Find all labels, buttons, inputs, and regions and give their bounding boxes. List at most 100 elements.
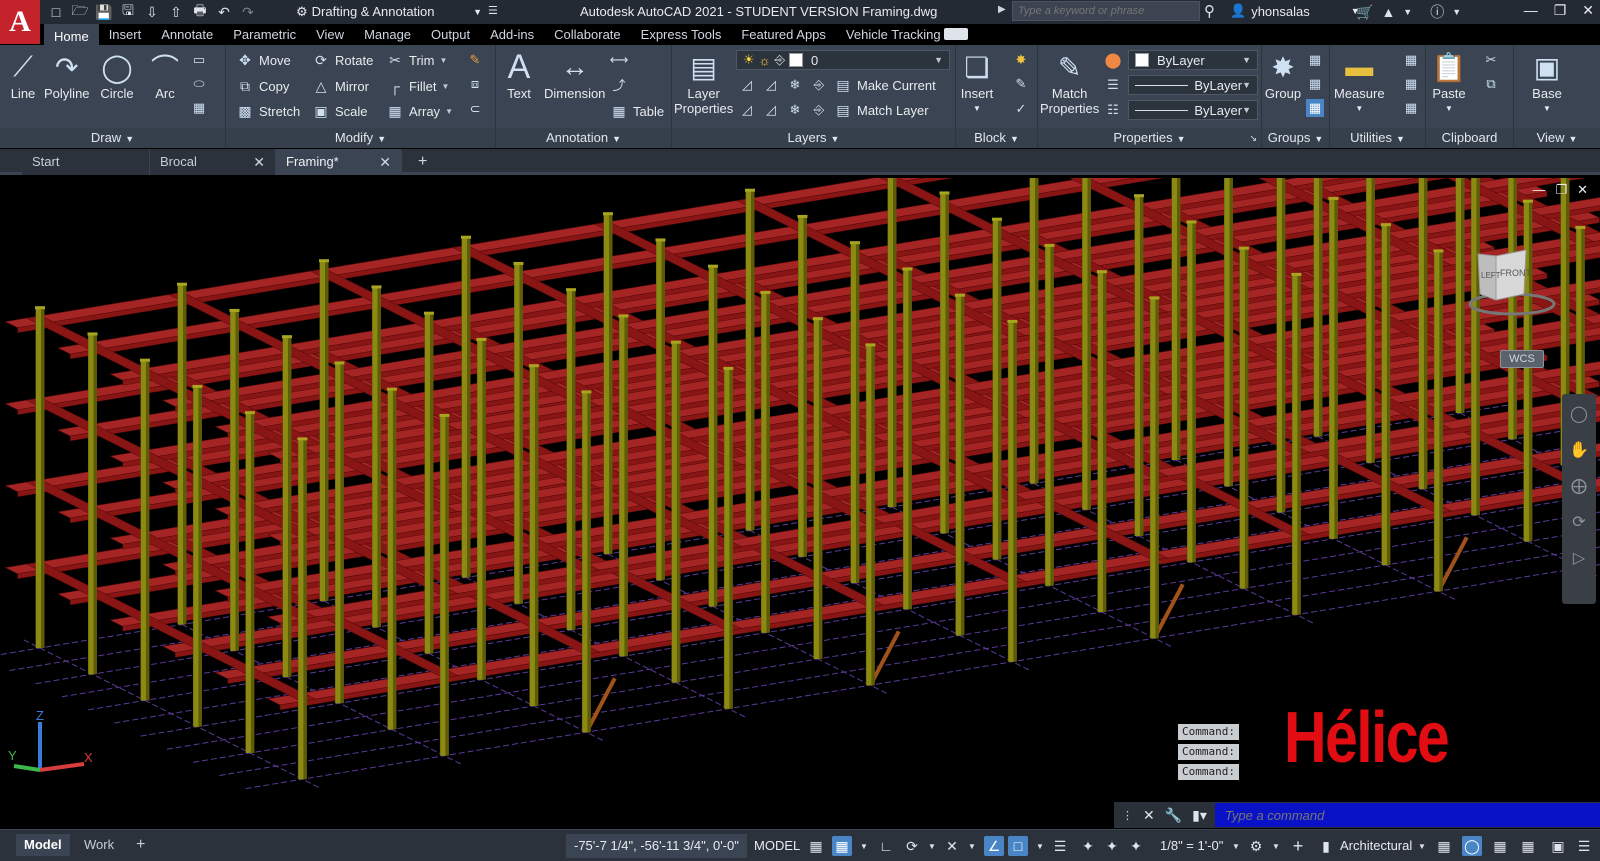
hardware-acceleration-icon[interactable]: ◯ bbox=[1462, 836, 1482, 856]
tab-annotate[interactable]: Annotate bbox=[151, 24, 223, 45]
draw-panel-title[interactable]: Draw ▼ bbox=[0, 128, 225, 148]
open-icon[interactable]: 🗁 bbox=[70, 2, 90, 22]
layer-unisolate-icon[interactable]: ◿ bbox=[762, 101, 780, 119]
chevron-down-icon[interactable]: ▼ bbox=[922, 836, 942, 856]
layer-off-icon[interactable]: ◿ bbox=[738, 76, 756, 94]
calculator-icon[interactable]: ▦ bbox=[1402, 75, 1420, 93]
move-tool[interactable]: ✥ Move bbox=[236, 49, 291, 71]
viewcube[interactable]: LEFT FRONT bbox=[1466, 250, 1556, 330]
orbit-icon[interactable]: ⟳ bbox=[1572, 512, 1585, 532]
annotation-scale-dropdown[interactable]: 1/8" = 1'-0" bbox=[1160, 834, 1223, 858]
layout-tab-work[interactable]: Work bbox=[76, 834, 122, 856]
group-edit-icon[interactable]: ▦ bbox=[1306, 75, 1324, 93]
create-block-icon[interactable]: ✸ bbox=[1012, 51, 1030, 69]
steering-wheel-icon[interactable]: ◯ bbox=[1570, 404, 1588, 424]
view-panel-title[interactable]: View ▼ bbox=[1514, 128, 1600, 148]
ortho-icon[interactable]: ∟ bbox=[876, 836, 896, 856]
match-properties-tool[interactable]: ✎ Match Properties bbox=[1040, 48, 1099, 117]
workspace-dropdown[interactable]: ⚙ Drafting & Annotation ▼ bbox=[296, 2, 482, 21]
explode-icon[interactable]: ⧈ bbox=[466, 75, 484, 93]
color-dropdown[interactable]: ByLayer ▼ bbox=[1128, 50, 1258, 70]
command-input[interactable] bbox=[1214, 803, 1600, 827]
chevron-down-icon[interactable]: ▼ bbox=[1412, 836, 1432, 856]
qat-customize-icon[interactable]: ☰ bbox=[488, 4, 498, 17]
base-tool[interactable]: ▣ Base ▼ bbox=[1528, 48, 1566, 116]
object-snap-tracking-icon[interactable]: ∠ bbox=[984, 836, 1004, 856]
stretch-tool[interactable]: ▩ Stretch bbox=[236, 100, 300, 122]
open-web-icon[interactable]: ⇩ bbox=[142, 2, 162, 22]
utilities-panel-title[interactable]: Utilities ▼ bbox=[1330, 128, 1425, 148]
showmotion-icon[interactable]: ▷ bbox=[1573, 548, 1585, 568]
layout-tab-model[interactable]: Model bbox=[16, 834, 70, 856]
autocad-logo-icon[interactable]: A bbox=[0, 0, 40, 44]
close-icon[interactable]: ✕ bbox=[1582, 2, 1594, 19]
snap-mode-icon[interactable]: ▦ bbox=[832, 836, 852, 856]
minimize-icon[interactable]: — bbox=[1524, 2, 1538, 19]
chevron-down-icon[interactable]: ▼ bbox=[962, 836, 982, 856]
match-layer-tool[interactable]: ▤ Match Layer bbox=[834, 99, 928, 121]
close-icon[interactable]: ✕ bbox=[253, 149, 265, 175]
layers-panel-title[interactable]: Layers ▼ bbox=[672, 128, 955, 148]
new-icon[interactable]: □ bbox=[46, 2, 66, 22]
tab-output[interactable]: Output bbox=[421, 24, 480, 45]
chevron-down-icon[interactable]: ▼ bbox=[1452, 7, 1461, 17]
chevron-down-icon[interactable]: ▼ bbox=[1226, 836, 1246, 856]
undo-icon[interactable]: ↶ bbox=[214, 2, 234, 22]
id-point-icon[interactable]: ▦ bbox=[1402, 99, 1420, 117]
lineweight-dropdown[interactable]: ByLayer ▼ bbox=[1128, 75, 1258, 95]
linear-dimension-icon[interactable]: ⟷ bbox=[610, 51, 629, 69]
arc-tool[interactable]: ⌒ Arc bbox=[146, 48, 184, 101]
make-current-tool[interactable]: ▤ Make Current bbox=[834, 74, 935, 96]
chevron-down-icon[interactable]: ▼ bbox=[1266, 836, 1286, 856]
insert-tool[interactable]: ❏ Insert ▼ bbox=[958, 48, 996, 116]
lineweight-toggle-icon[interactable]: ☰ bbox=[1050, 836, 1070, 856]
save-as-icon[interactable]: 🖫 bbox=[118, 2, 138, 22]
chevron-down-icon[interactable]: ▼ bbox=[1403, 7, 1412, 17]
table-tool[interactable]: ▦ Table bbox=[610, 100, 664, 122]
tab-vehicle-tracking[interactable]: Vehicle Tracking bbox=[836, 24, 951, 45]
layer-on-icon[interactable]: ◿ bbox=[738, 101, 756, 119]
add-tab-icon[interactable]: + bbox=[418, 153, 427, 171]
group-selection-icon[interactable]: ▦ bbox=[1306, 99, 1324, 117]
tab-express-tools[interactable]: Express Tools bbox=[631, 24, 732, 45]
edit-block-icon[interactable]: ✎ bbox=[1012, 75, 1030, 93]
cursor-coordinates[interactable]: -75'-7 1/4", -56'-11 3/4", 0'-0" bbox=[566, 834, 747, 858]
polyline-tool[interactable]: ↷ Polyline bbox=[44, 48, 90, 102]
tab-view[interactable]: View bbox=[306, 24, 354, 45]
restore-icon[interactable]: ❐ bbox=[1554, 2, 1567, 19]
workspace-gear-icon[interactable]: ⚙ bbox=[1246, 836, 1266, 856]
close-icon[interactable]: ✕ bbox=[1143, 807, 1155, 824]
graphics-performance-icon[interactable]: ▦ bbox=[1518, 836, 1538, 856]
auto-scale-icon[interactable]: ✦ bbox=[1102, 836, 1122, 856]
copy-clip-icon[interactable]: ⧉ bbox=[1482, 75, 1500, 93]
recent-commands-icon[interactable]: ▮▾ bbox=[1192, 807, 1207, 824]
annotation-scale-icon[interactable]: ✦ bbox=[1126, 836, 1146, 856]
tab-insert[interactable]: Insert bbox=[99, 24, 152, 45]
text-tool[interactable]: A Text bbox=[500, 48, 538, 102]
layer-lock-icon[interactable]: ⎆ bbox=[810, 76, 828, 94]
pan-icon[interactable]: ✋ bbox=[1569, 440, 1589, 460]
save-web-icon[interactable]: ⇧ bbox=[166, 2, 186, 22]
rotate-tool[interactable]: ⟳ Rotate bbox=[312, 49, 373, 71]
doc-tab-framing[interactable]: Framing* ✕ bbox=[276, 149, 402, 175]
cut-icon[interactable]: ✂ bbox=[1482, 51, 1500, 69]
zoom-extents-icon[interactable]: ⨁ bbox=[1571, 476, 1587, 496]
modify-panel-title[interactable]: Modify ▼ bbox=[226, 128, 495, 148]
paste-tool[interactable]: 📋 Paste ▼ bbox=[1430, 48, 1468, 116]
erase-icon[interactable]: ✎ bbox=[466, 51, 484, 69]
tab-manage[interactable]: Manage bbox=[354, 24, 421, 45]
dimension-tool[interactable]: ↔ Dimension bbox=[544, 48, 605, 101]
layer-properties-tool[interactable]: ▤ Layer Properties bbox=[674, 48, 733, 117]
block-panel-title[interactable]: Block ▼ bbox=[956, 128, 1037, 148]
isolate-objects-icon[interactable]: ▦ bbox=[1490, 836, 1510, 856]
units-dropdown[interactable]: Architectural bbox=[1340, 834, 1412, 858]
circle-tool[interactable]: ◯ Circle bbox=[98, 48, 136, 102]
block-attributes-icon[interactable]: ✓ bbox=[1012, 100, 1030, 118]
properties-panel-title[interactable]: Properties ▼ ↘ bbox=[1038, 128, 1261, 148]
ribbon-minimize-toggle[interactable] bbox=[944, 28, 968, 40]
groups-panel-title[interactable]: Groups ▼ bbox=[1262, 128, 1329, 148]
isodraft-icon[interactable]: ✕ bbox=[942, 836, 962, 856]
layer-isolate-icon[interactable]: ◿ bbox=[762, 76, 780, 94]
tab-parametric[interactable]: Parametric bbox=[223, 24, 306, 45]
restore-viewport-icon[interactable]: ❐ bbox=[1555, 182, 1567, 198]
